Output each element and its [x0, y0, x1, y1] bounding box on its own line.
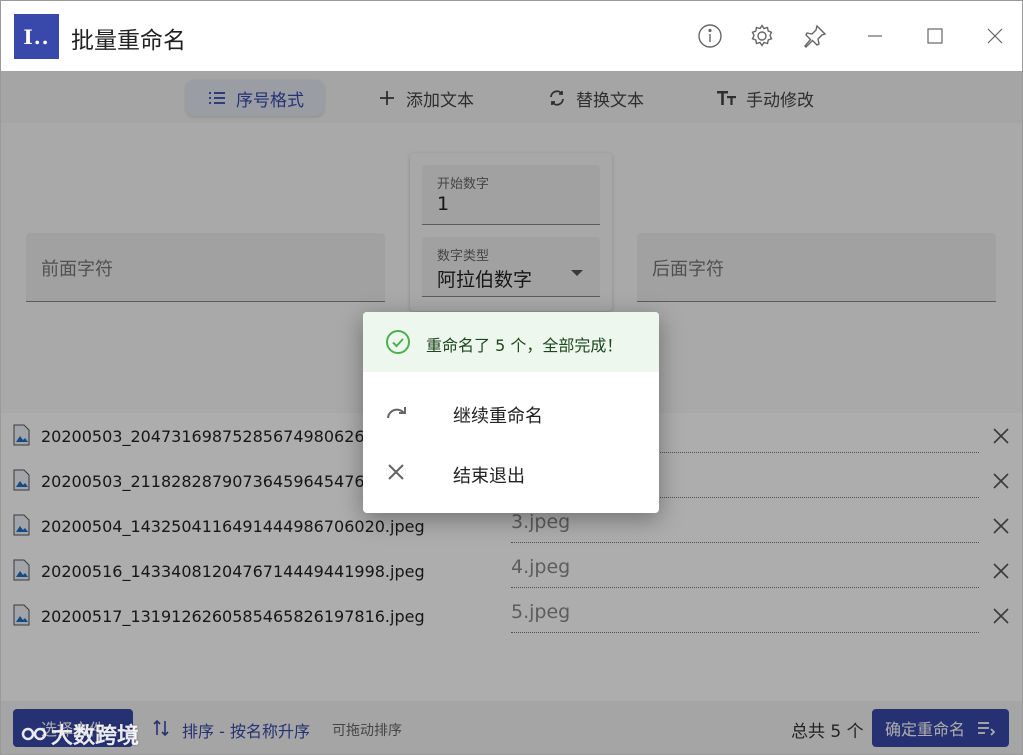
watermark-logo-icon — [21, 727, 47, 741]
exit-option[interactable]: 结束退出 — [363, 445, 659, 501]
minimize-icon[interactable] — [860, 21, 890, 51]
check-circle-icon — [385, 329, 411, 355]
app-logo: I.. — [14, 14, 59, 59]
continue-rename-option[interactable]: 继续重命名 — [363, 385, 659, 441]
completion-dialog: 重命名了 5 个，全部完成！ 继续重命名 结束退出 — [363, 312, 659, 513]
app-window: I.. 批量重命名 序号格式 添加文本 替换文本 手动修改 前面字符 开始数字 … — [0, 0, 1023, 755]
continue-rename-label: 继续重命名 — [453, 406, 543, 427]
exit-label: 结束退出 — [453, 466, 525, 487]
app-title: 批量重命名 — [71, 28, 186, 54]
close-icon — [385, 462, 409, 484]
success-alert: 重命名了 5 个，全部完成！ — [363, 312, 659, 372]
pin-icon[interactable] — [800, 21, 830, 51]
watermark: 大数跨境 — [21, 718, 139, 750]
gear-icon[interactable] — [747, 21, 777, 51]
redo-icon — [385, 402, 409, 424]
maximize-icon[interactable] — [920, 21, 950, 51]
title-bar: I.. 批量重命名 — [1, 1, 1022, 71]
success-message: 重命名了 5 个，全部完成！ — [426, 336, 623, 355]
info-icon[interactable] — [695, 21, 725, 51]
close-icon[interactable] — [980, 21, 1010, 51]
watermark-text: 大数跨境 — [51, 724, 140, 749]
